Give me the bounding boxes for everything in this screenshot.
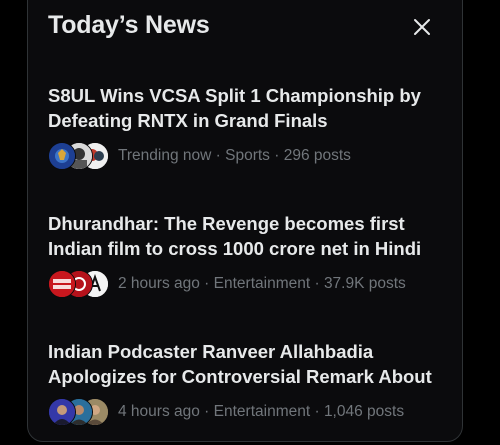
news-headline: S8UL Wins VCSA Split 1 Championship by D… xyxy=(48,85,421,131)
news-time: Trending now xyxy=(118,147,212,164)
person-avatar xyxy=(48,398,76,426)
avatar-group xyxy=(48,270,109,298)
news-meta-row: Trending now · Sports · 296 posts xyxy=(48,142,448,170)
india-today-logo-avatar xyxy=(48,270,76,298)
todays-news-panel: Today’s News S8UL Wins VCSA Split 1 Cham… xyxy=(27,0,463,442)
news-meta: 4 hours ago · Entertainment · 1,046 post… xyxy=(118,403,405,420)
news-item[interactable]: Dhurandhar: The Revenge becomes first In… xyxy=(48,211,448,298)
news-headline: Dhurandhar: The Revenge becomes first In… xyxy=(48,213,422,259)
news-meta-row: 4 hours ago · Entertainment · 1,046 post… xyxy=(48,398,448,426)
news-category: Entertainment xyxy=(213,275,311,292)
team-logo-avatar xyxy=(48,142,76,170)
news-time: 2 hours ago xyxy=(118,275,200,292)
news-category: Entertainment xyxy=(213,403,311,420)
avatar-group xyxy=(48,142,109,170)
news-post-count: 1,046 posts xyxy=(323,403,405,420)
news-meta-row: 2 hours ago · Entertainment · 37.9K post… xyxy=(48,270,448,298)
close-icon[interactable] xyxy=(413,18,431,36)
news-headline: Indian Podcaster Ranveer Allahbadia Apol… xyxy=(48,341,432,387)
news-category: Sports xyxy=(225,147,270,164)
avatar-group xyxy=(48,398,109,426)
news-post-count: 296 posts xyxy=(283,147,351,164)
news-item[interactable]: Indian Podcaster Ranveer Allahbadia Apol… xyxy=(48,339,448,426)
news-meta: Trending now · Sports · 296 posts xyxy=(118,147,351,164)
news-meta: 2 hours ago · Entertainment · 37.9K post… xyxy=(118,275,406,292)
news-time: 4 hours ago xyxy=(118,403,200,420)
news-item[interactable]: S8UL Wins VCSA Split 1 Championship by D… xyxy=(48,83,448,170)
panel-title: Today’s News xyxy=(48,11,210,39)
news-post-count: 37.9K posts xyxy=(323,275,406,292)
